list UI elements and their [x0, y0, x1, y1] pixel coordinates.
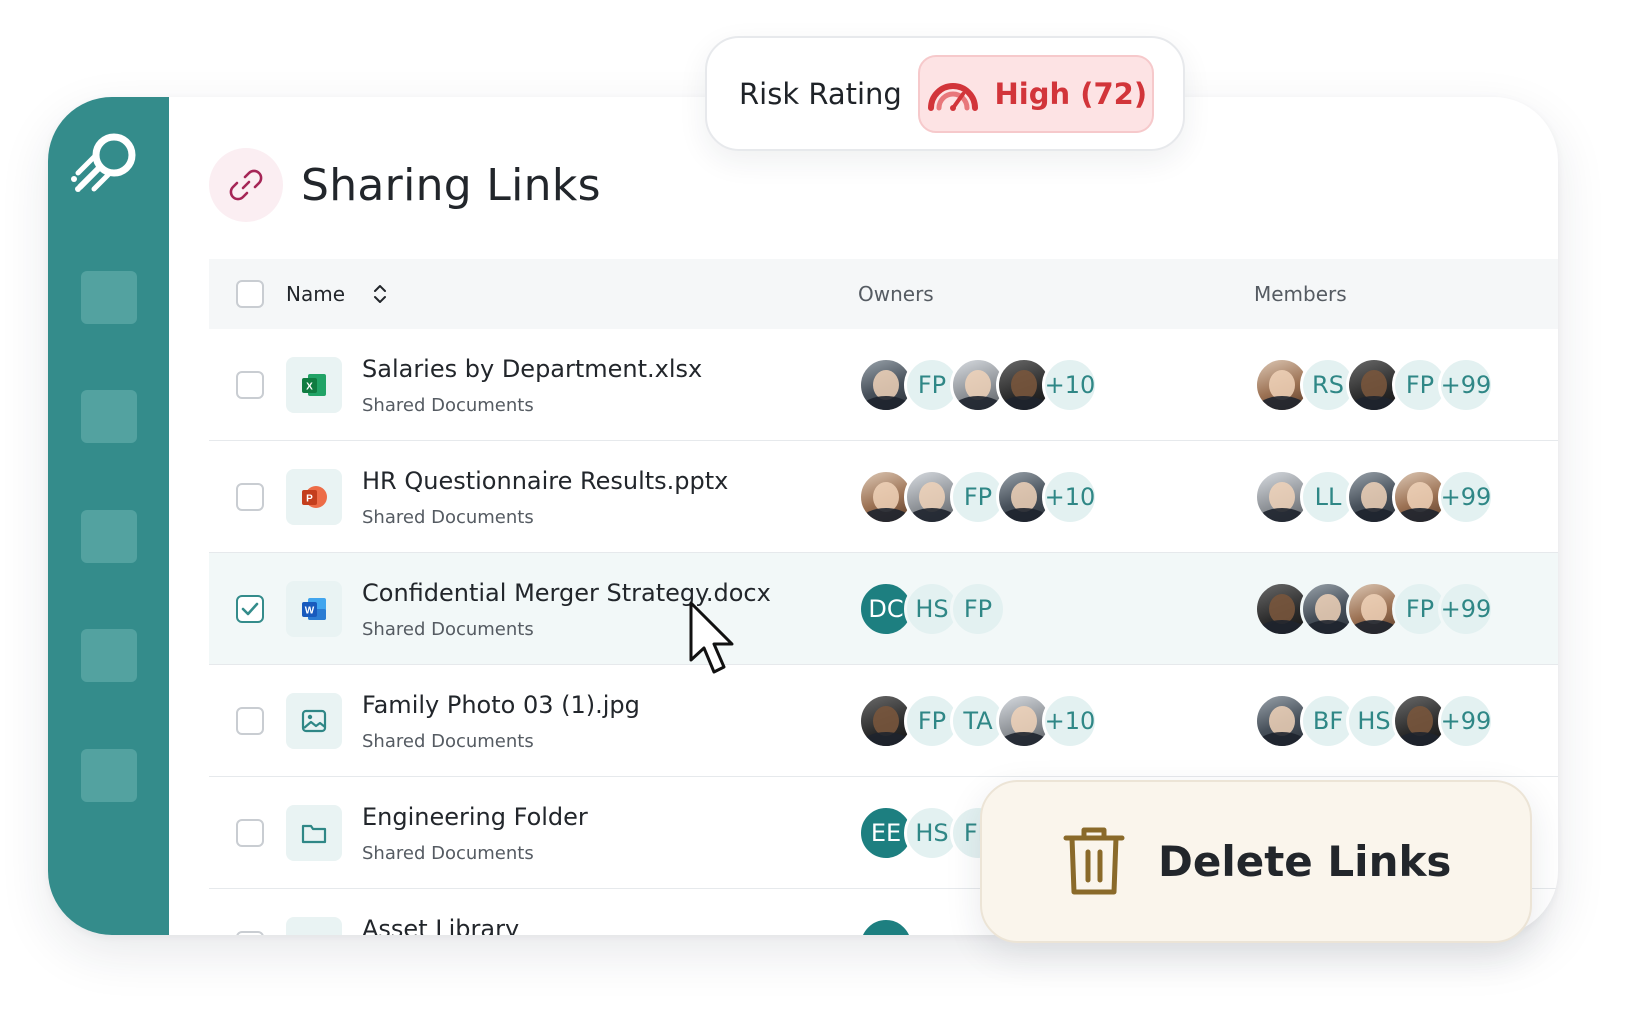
column-name-label: Name [286, 282, 346, 306]
image-icon [286, 693, 342, 749]
nav-item-5[interactable] [81, 749, 137, 802]
row-checkbox[interactable] [236, 819, 264, 847]
owners-avatar-group: FP TA +10 [858, 693, 1098, 749]
risk-rating-badge[interactable]: High (72) [917, 54, 1154, 133]
page-header: Sharing Links [209, 148, 601, 222]
sort-icon[interactable] [371, 282, 389, 306]
owners-avatar-group: EE HS FP [858, 805, 1006, 861]
file-location: Shared Documents [362, 731, 534, 752]
members-avatar-group: LL +99 [1254, 469, 1494, 525]
avatar-body [1257, 508, 1307, 522]
row-checkbox[interactable] [236, 707, 264, 735]
avatar-body [1257, 396, 1307, 410]
avatar-body [1257, 620, 1307, 634]
avatar-initials[interactable] [858, 917, 914, 935]
file-name[interactable]: Family Photo 03 (1).jpg [362, 691, 640, 719]
powerpoint-icon: P [286, 469, 342, 525]
risk-rating-value: High (72) [994, 76, 1148, 111]
svg-text:W: W [305, 606, 315, 617]
avatar-overflow-count[interactable]: +99 [1438, 357, 1494, 413]
members-avatar-group: FP +99 [1254, 581, 1494, 637]
word-icon: W [286, 581, 342, 637]
mouse-pointer-icon [689, 601, 734, 674]
svg-text:X: X [306, 382, 313, 393]
row-checkbox[interactable] [236, 931, 264, 935]
table-row[interactable]: Family Photo 03 (1).jpg Shared Documents F… [209, 665, 1558, 777]
table-row[interactable]: W Confidential Merger Strategy.docx Shared… [209, 553, 1558, 665]
delete-links-label: Delete Links [1158, 837, 1452, 886]
trash-icon [1063, 827, 1125, 894]
avatar-overflow-count[interactable]: +99 [1438, 581, 1494, 637]
avatar-body [999, 396, 1049, 410]
avatar-overflow-count[interactable]: +10 [1042, 693, 1098, 749]
avatar-overflow-count[interactable]: +99 [1438, 469, 1494, 525]
avatar-overflow-count[interactable]: +10 [1042, 469, 1098, 525]
owners-avatar-group: FP +10 [858, 357, 1098, 413]
members-avatar-group: RS FP +99 [1254, 357, 1494, 413]
members-avatar-group: BF HS +99 [1254, 693, 1494, 749]
table-header: Name Owners Members [209, 259, 1558, 329]
column-header-name[interactable]: Name [286, 282, 389, 306]
gauge-icon [927, 82, 978, 111]
nav-item-1[interactable] [81, 271, 137, 324]
avatar-initials[interactable]: FP [950, 581, 1006, 637]
file-location: Shared Documents [362, 843, 534, 864]
checkmark-icon [241, 602, 259, 616]
avatar-body [1349, 620, 1399, 634]
select-all-checkbox[interactable] [236, 280, 264, 308]
file-name[interactable]: HR Questionnaire Results.pptx [362, 467, 728, 495]
avatar-body [1395, 508, 1445, 522]
avatar-body [1349, 508, 1399, 522]
avatar-overflow-count[interactable]: +99 [1438, 693, 1494, 749]
avatar-body [861, 508, 911, 522]
column-header-members: Members [1254, 282, 1347, 306]
folder-icon [286, 805, 342, 861]
avatar-body [861, 396, 911, 410]
file-location: Shared Documents [362, 507, 534, 528]
owners-avatar-group: FP +10 [858, 469, 1098, 525]
avatar-overflow-count[interactable]: +10 [1042, 357, 1098, 413]
row-checkbox[interactable] [236, 595, 264, 623]
avatar-body [1303, 620, 1353, 634]
row-checkbox[interactable] [236, 371, 264, 399]
avatar-body [1257, 732, 1307, 746]
avatar-body [861, 732, 911, 746]
delete-links-button[interactable]: Delete Links [980, 780, 1532, 943]
table-row[interactable]: P HR Questionnaire Results.pptx Shared Doc… [209, 441, 1558, 553]
nav-item-2[interactable] [81, 390, 137, 443]
library-icon [286, 917, 342, 935]
avatar-body [953, 396, 1003, 410]
excel-icon: X [286, 357, 342, 413]
avatar-body [1395, 732, 1445, 746]
file-name[interactable]: Asset Library [362, 915, 519, 935]
nav-item-3[interactable] [81, 510, 137, 563]
file-location: Shared Documents [362, 395, 534, 416]
file-location: Shared Documents [362, 619, 534, 640]
owners-avatar-group: DC HS FP [858, 581, 1006, 637]
avatar-body [907, 508, 957, 522]
row-checkbox[interactable] [236, 483, 264, 511]
avatar-body [999, 508, 1049, 522]
risk-rating-card: Risk Rating High (72) [705, 36, 1185, 151]
nav-item-4[interactable] [81, 629, 137, 682]
owners-avatar-group [858, 917, 914, 935]
avatar-body [1349, 396, 1399, 410]
risk-rating-label: Risk Rating [739, 76, 902, 111]
svg-text:P: P [306, 494, 313, 505]
column-header-owners: Owners [858, 282, 934, 306]
table-row[interactable]: X Salaries by Department.xlsx Shared Docum… [209, 329, 1558, 441]
link-icon [209, 148, 283, 222]
file-name[interactable]: Engineering Folder [362, 803, 588, 831]
app-logo-icon[interactable] [70, 127, 142, 199]
avatar-body [999, 732, 1049, 746]
sidebar [48, 97, 169, 935]
file-name[interactable]: Salaries by Department.xlsx [362, 355, 702, 383]
page-title: Sharing Links [301, 159, 601, 211]
